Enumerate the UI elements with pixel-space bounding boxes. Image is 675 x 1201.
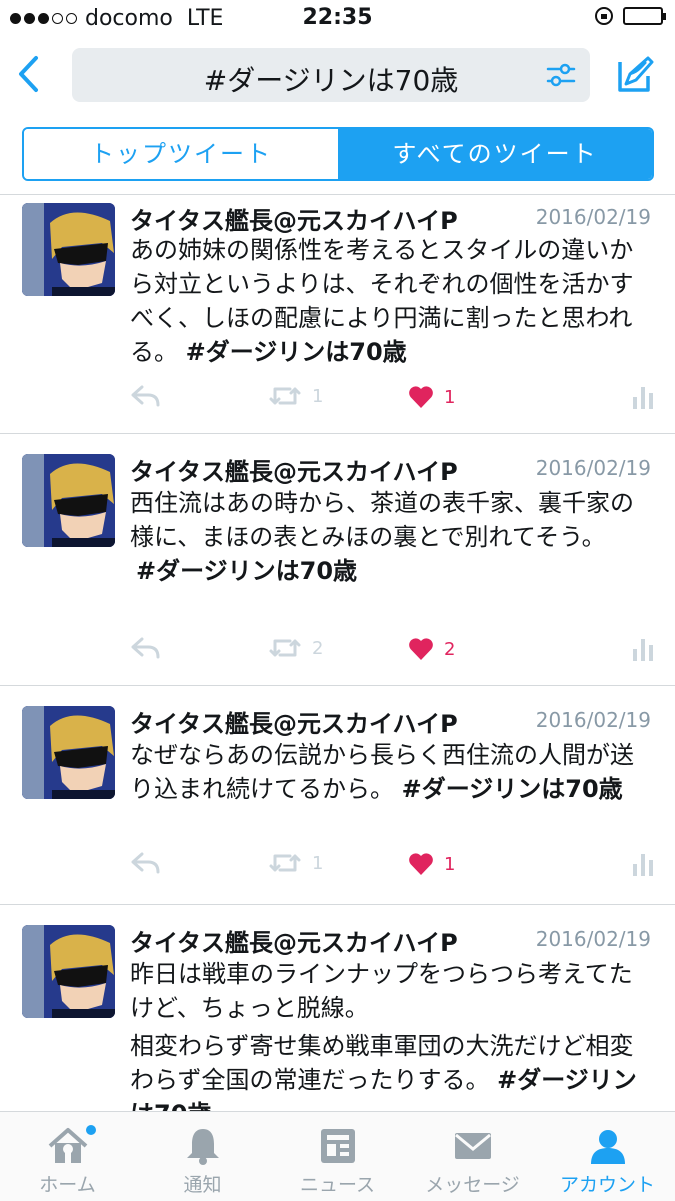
tweet-date: 2016/02/19 bbox=[535, 708, 651, 732]
tweet-text: 昨日は戦車のラインナップをつらつら考えてたけど、ちょっと脱線。 相変わらず寄せ集… bbox=[130, 957, 650, 1111]
retweet-icon bbox=[269, 639, 301, 657]
tab-messages[interactable]: メッセージ bbox=[405, 1112, 540, 1201]
avatar[interactable] bbox=[22, 203, 115, 296]
search-query: #ダージリンは70歳 bbox=[203, 64, 459, 97]
avatar[interactable] bbox=[22, 925, 115, 1018]
retweet-count: 1 bbox=[312, 385, 324, 407]
retweet-icon bbox=[269, 854, 301, 872]
tab-top-tweets[interactable]: トップツイート bbox=[24, 129, 338, 179]
notification-dot bbox=[86, 1125, 96, 1135]
news-icon bbox=[320, 1129, 355, 1163]
reply-icon bbox=[131, 637, 160, 659]
tab-home[interactable]: ホーム bbox=[0, 1112, 135, 1201]
tweet[interactable]: タイタス艦長@元スカイハイP 2016/02/19 あの姉妹の関係性を考えるとス… bbox=[0, 195, 675, 434]
retweet-button[interactable]: 2 bbox=[268, 637, 323, 659]
avatar-image bbox=[22, 925, 115, 1018]
heart-icon bbox=[409, 853, 433, 875]
tweet-author-name[interactable]: タイタス艦長@元スカイハイP bbox=[130, 704, 458, 739]
hashtag-link[interactable]: #ダージリンは70歳 bbox=[402, 775, 623, 803]
tab-notifications-label: 通知 bbox=[183, 1174, 222, 1196]
heart-icon bbox=[409, 638, 433, 660]
tab-news-label: ニュース bbox=[299, 1174, 376, 1196]
tweet-author-name[interactable]: タイタス艦長@元スカイハイP bbox=[130, 452, 458, 487]
tab-messages-label: メッセージ bbox=[425, 1174, 520, 1196]
reply-button[interactable] bbox=[130, 637, 160, 659]
avatar-image bbox=[22, 706, 115, 799]
reply-button[interactable] bbox=[130, 385, 160, 407]
tweet-text: 西住流はあの時から、茶道の表千家、裏千家の様に、まほの表とみほの裏とで別れてそう… bbox=[130, 486, 650, 588]
tweet-text: あの姉妹の関係性を考えるとスタイルの違いから対立というよりは、それぞれの個性を活… bbox=[130, 233, 650, 369]
retweet-button[interactable]: 1 bbox=[268, 852, 323, 874]
analytics-bar-icon bbox=[633, 854, 653, 876]
tweet-body-text: 昨日は戦車のラインナップをつらつら考えてたけど、ちょっと脱線。 bbox=[130, 960, 633, 1022]
analytics-button[interactable] bbox=[632, 385, 654, 409]
like-button[interactable]: 1 bbox=[408, 852, 455, 876]
hashtag-link[interactable]: #ダージリンは70歳 bbox=[136, 557, 357, 585]
tweet-actions: 1 1 bbox=[0, 852, 675, 882]
tweet-date: 2016/02/19 bbox=[535, 205, 651, 229]
retweet-count: 2 bbox=[312, 637, 324, 659]
like-button[interactable]: 1 bbox=[408, 385, 455, 409]
hashtag-link[interactable]: #ダージリンは70歳 bbox=[186, 338, 407, 366]
tab-account[interactable]: アカウント bbox=[540, 1112, 675, 1201]
retweet-button[interactable]: 1 bbox=[268, 385, 323, 407]
retweet-count: 1 bbox=[312, 852, 324, 874]
tweet[interactable]: タイタス艦長@元スカイハイP 2016/02/19 なぜならあの伝説から長らく西… bbox=[0, 686, 675, 905]
tab-news[interactable]: ニュース bbox=[270, 1112, 405, 1201]
status-time: 22:35 bbox=[302, 5, 373, 30]
reply-icon bbox=[131, 852, 160, 874]
tab-notifications[interactable]: 通知 bbox=[135, 1112, 270, 1201]
person-icon bbox=[590, 1130, 625, 1164]
bell-icon bbox=[186, 1129, 219, 1165]
back-chevron-icon[interactable] bbox=[14, 54, 44, 94]
status-bar: docomo LTE 22:35 bbox=[0, 0, 675, 38]
tweet-actions: 2 2 bbox=[0, 637, 675, 667]
analytics-button[interactable] bbox=[632, 637, 654, 661]
analytics-button[interactable] bbox=[632, 852, 654, 876]
tweet-date: 2016/02/19 bbox=[535, 456, 651, 480]
search-result-segment: トップツイート すべてのツイート bbox=[22, 127, 654, 181]
rotation-lock-icon bbox=[595, 7, 613, 25]
like-count: 1 bbox=[444, 853, 456, 875]
tweet-text: なぜならあの伝説から長らく西住流の人間が送り込まれ続けてるから。 #ダージリンは… bbox=[130, 738, 650, 806]
tweet-actions: 1 1 bbox=[0, 385, 675, 415]
avatar-image bbox=[22, 203, 115, 296]
tab-all-tweets[interactable]: すべてのツイート bbox=[338, 129, 652, 179]
heart-icon bbox=[409, 386, 433, 408]
bottom-tab-bar: ホーム 通知 ニュース メッセージ アカウント bbox=[0, 1111, 675, 1201]
battery-icon bbox=[623, 7, 666, 25]
retweet-icon bbox=[269, 387, 301, 405]
like-count: 2 bbox=[444, 638, 456, 660]
filter-sliders-icon[interactable] bbox=[546, 62, 576, 88]
reply-button[interactable] bbox=[130, 852, 160, 874]
tweet-date: 2016/02/19 bbox=[535, 927, 651, 951]
avatar-image bbox=[22, 454, 115, 547]
tab-account-label: アカウント bbox=[559, 1174, 655, 1196]
analytics-bar-icon bbox=[633, 387, 653, 409]
search-field[interactable]: #ダージリンは70歳 bbox=[72, 48, 590, 102]
tweet-author-name[interactable]: タイタス艦長@元スカイハイP bbox=[130, 201, 458, 236]
avatar[interactable] bbox=[22, 706, 115, 799]
like-count: 1 bbox=[444, 386, 456, 408]
tweet-timeline[interactable]: タイタス艦長@元スカイハイP 2016/02/19 あの姉妹の関係性を考えるとス… bbox=[0, 195, 675, 1111]
tweet[interactable]: タイタス艦長@元スカイハイP 2016/02/19 昨日は戦車のラインナップをつ… bbox=[0, 905, 675, 1111]
home-icon bbox=[48, 1128, 87, 1163]
avatar[interactable] bbox=[22, 454, 115, 547]
tab-home-label: ホーム bbox=[39, 1174, 96, 1196]
search-header: #ダージリンは70歳 bbox=[0, 38, 675, 116]
like-button[interactable]: 2 bbox=[408, 637, 455, 661]
tweet[interactable]: タイタス艦長@元スカイハイP 2016/02/19 西住流はあの時から、茶道の表… bbox=[0, 434, 675, 686]
envelope-icon bbox=[454, 1133, 491, 1159]
status-right bbox=[595, 7, 666, 25]
compose-tweet-icon[interactable] bbox=[614, 54, 656, 96]
tweet-author-name[interactable]: タイタス艦長@元スカイハイP bbox=[130, 923, 458, 958]
tweet-body-text: 西住流はあの時から、茶道の表千家、裏千家の様に、まほの表とみほの裏とで別れてそう… bbox=[130, 489, 634, 551]
reply-icon bbox=[131, 385, 160, 407]
analytics-bar-icon bbox=[633, 639, 653, 661]
